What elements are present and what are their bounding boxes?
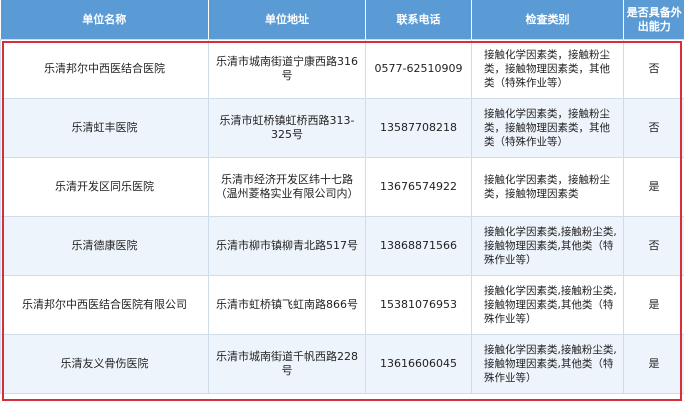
cell-address: 乐清市城南街道宁康西路316号 — [208, 39, 366, 99]
cell-category: 接触化学因素类，接触粉尘类，接触物理因素类 — [471, 157, 624, 217]
cell-address: 乐清市城南街道千帆西路228号 — [208, 334, 366, 394]
cell-category: 接触化学因素类,接触粉尘类,接触物理因素类,其他类（特殊作业等） — [471, 334, 624, 394]
cell-ability: 否 — [623, 39, 684, 99]
cell-ability: 是 — [623, 157, 684, 217]
table-row: 乐清德康医院 乐清市柳市镇柳青北路517号 13868871566 接触化学因素… — [0, 216, 684, 276]
table-row: 乐清开发区同乐医院 乐清市经济开发区纬十七路（温州菱格实业有限公司内） 1367… — [0, 157, 684, 217]
cell-phone: 13868871566 — [365, 216, 472, 276]
cell-address: 乐清市经济开发区纬十七路（温州菱格实业有限公司内） — [208, 157, 366, 217]
table-header: 单位名称 单位地址 联系电话 检查类别 是否具备外出能力 — [0, 0, 684, 40]
cell-name: 乐清友义骨伤医院 — [0, 334, 209, 394]
cell-phone: 0577-62510909 — [365, 39, 472, 99]
header-phone: 联系电话 — [365, 0, 472, 40]
cell-name: 乐清虹丰医院 — [0, 98, 209, 158]
cell-category: 接触化学因素类，接触粉尘类，接触物理因素类，其他类（特殊作业等） — [471, 98, 624, 158]
cell-address: 乐清市柳市镇柳青北路517号 — [208, 216, 366, 276]
table-row: 乐清邦尔中西医结合医院 乐清市城南街道宁康西路316号 0577-6251090… — [0, 39, 684, 99]
cell-ability: 否 — [623, 216, 684, 276]
cell-name: 乐清德康医院 — [0, 216, 209, 276]
cell-category: 接触化学因素类，接触粉尘类，接触物理因素类，其他类（特殊作业等） — [471, 39, 624, 99]
cell-address: 乐清市虹桥镇虹桥西路313-325号 — [208, 98, 366, 158]
cell-category: 接触化学因素类,接触粉尘类,接触物理因素类,其他类（特殊作业等） — [471, 275, 624, 335]
cell-ability: 是 — [623, 275, 684, 335]
hospital-table: 单位名称 单位地址 联系电话 检查类别 是否具备外出能力 乐清邦尔中西医结合医院… — [0, 0, 684, 394]
cell-name: 乐清邦尔中西医结合医院 — [0, 39, 209, 99]
table-body: 乐清邦尔中西医结合医院 乐清市城南街道宁康西路316号 0577-6251090… — [0, 39, 684, 394]
cell-phone: 13616606045 — [365, 334, 472, 394]
cell-ability: 是 — [623, 334, 684, 394]
header-address: 单位地址 — [208, 0, 366, 40]
cell-name: 乐清邦尔中西医结合医院有限公司 — [0, 275, 209, 335]
header-ability: 是否具备外出能力 — [623, 0, 684, 40]
header-category: 检查类别 — [471, 0, 624, 40]
cell-phone: 15381076953 — [365, 275, 472, 335]
table-row: 乐清邦尔中西医结合医院有限公司 乐清市虹桥镇飞虹南路866号 153810769… — [0, 275, 684, 335]
cell-name: 乐清开发区同乐医院 — [0, 157, 209, 217]
cell-address: 乐清市虹桥镇飞虹南路866号 — [208, 275, 366, 335]
cell-ability: 否 — [623, 98, 684, 158]
header-name: 单位名称 — [0, 0, 209, 40]
cell-phone: 13587708218 — [365, 98, 472, 158]
table-row: 乐清友义骨伤医院 乐清市城南街道千帆西路228号 13616606045 接触化… — [0, 334, 684, 394]
screenshot-root: 单位名称 单位地址 联系电话 检查类别 是否具备外出能力 乐清邦尔中西医结合医院… — [0, 0, 684, 403]
cell-category: 接触化学因素类,接触粉尘类,接触物理因素类,其他类（特殊作业等） — [471, 216, 624, 276]
table-row: 乐清虹丰医院 乐清市虹桥镇虹桥西路313-325号 13587708218 接触… — [0, 98, 684, 158]
cell-phone: 13676574922 — [365, 157, 472, 217]
